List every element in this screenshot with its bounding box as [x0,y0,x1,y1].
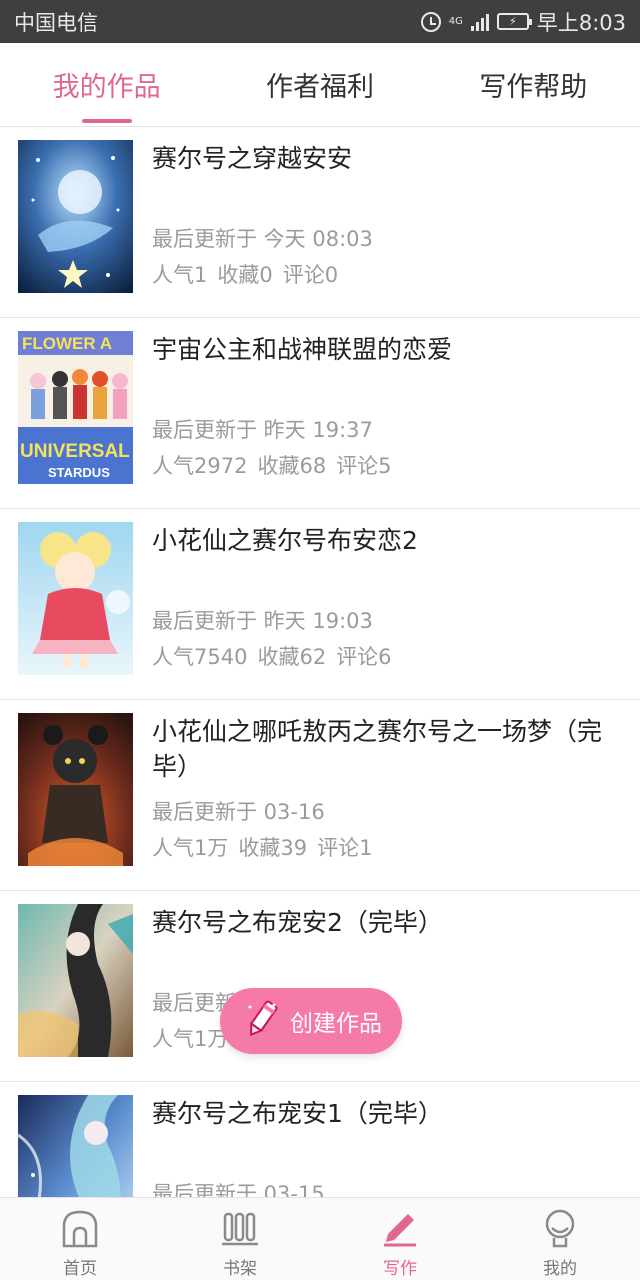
work-item[interactable]: 赛尔号之穿越安安 最后更新于 今天 08:03 人气1 收藏0 评论0 [0,127,640,318]
comments-count: 评论6 [336,645,392,669]
comments-count: 评论0 [282,263,339,287]
pencil-icon [244,999,280,1043]
nav-write-label: 写作 [383,1259,417,1279]
status-bar: 中国电信 4G ⚡ 早上8:03 [0,0,640,43]
signal-icon [470,13,489,31]
nav-home[interactable]: 首页 [0,1198,160,1280]
bookshelf-icon [218,1206,262,1250]
work-info: 赛尔号之穿越安安 最后更新于 今天 08:03 人气1 收藏0 评论0 [152,141,610,301]
work-updated-time: 最后更新于 昨天 19:03 [152,609,373,633]
comments-count: 评论1 [317,836,373,860]
work-info: 赛尔号之布宠安1（完毕） 最后更新于 03-15 [152,1096,610,1197]
work-stats: 人气1万 收藏39 评论1 [152,832,372,862]
work-cover-image [18,904,133,1057]
work-title: 宇宙公主和战神联盟的恋爱 [152,335,453,364]
tab-writing-help-label: 写作帮助 [479,72,588,103]
work-title: 小花仙之赛尔号布安恋2 [152,526,418,555]
work-stats: 人气7540 收藏62 评论6 [152,641,392,671]
work-title: 小花仙之哪吒敖丙之赛尔号之一场梦（完毕） [152,717,603,781]
work-info: 小花仙之哪吒敖丙之赛尔号之一场梦（完毕） 最后更新于 03-16 人气1万 收藏… [152,714,610,874]
popularity-count: 人气1万 [152,1027,229,1051]
tab-writing-help[interactable]: 写作帮助 [427,43,640,126]
work-cover-image [18,713,133,866]
work-item[interactable]: 小花仙之哪吒敖丙之赛尔号之一场梦（完毕） 最后更新于 03-16 人气1万 收藏… [0,700,640,891]
popularity-count: 人气2972 [152,454,248,478]
work-title: 赛尔号之布宠安1（完毕） [152,1099,443,1128]
pencil-icon [378,1206,422,1250]
work-cover-image [18,140,133,293]
work-updated-time: 最后更新于 今天 08:03 [152,227,373,251]
favorites-count: 收藏68 [257,454,327,478]
work-title: 赛尔号之布宠安2（完毕） [152,908,443,937]
work-stats: 人气2972 收藏68 评论5 [152,450,392,480]
clock-label: 早上8:03 [536,10,626,35]
favorites-count: 收藏39 [238,836,308,860]
tab-my-works[interactable]: 我的作品 [0,43,213,126]
create-work-label: 创建作品 [290,1011,382,1037]
bottom-nav: 首页 书架 写作 我的 [0,1197,640,1280]
popularity-count: 人气7540 [152,645,248,669]
carrier-label: 中国电信 [14,10,98,35]
popularity-count: 人气1万 [152,836,229,860]
favorites-count: 收藏62 [257,645,327,669]
battery-icon: ⚡ [496,13,532,30]
cover-text-mid: UNIVERSAL [20,441,130,462]
work-updated-time: 最后更新于 昨天 19:37 [152,418,373,442]
favorites-count: 收藏0 [217,263,273,287]
work-updated-time: 最后更新于 03-16 [152,800,325,824]
nav-bookshelf[interactable]: 书架 [160,1198,320,1280]
nav-profile-label: 我的 [543,1259,577,1279]
top-tabs: 我的作品 作者福利 写作帮助 [0,43,640,127]
tab-author-benefits-label: 作者福利 [265,72,374,103]
status-icons: 4G ⚡ 早上8:03 [420,7,626,37]
work-item[interactable]: 赛尔号之布宠安1（完毕） 最后更新于 03-15 [0,1082,640,1197]
work-info: 小花仙之赛尔号布安恋2 最后更新于 昨天 19:03 人气7540 收藏62 评… [152,523,610,683]
network-type-label: 4G [448,15,463,27]
cover-text-top: FLOWER A [22,334,112,353]
work-cover-image: FLOWER A UNIVERSAL STARDUS [18,331,133,484]
create-work-button[interactable]: 创建作品 [220,988,402,1054]
work-cover-image [18,522,133,675]
home-icon [58,1206,102,1250]
nav-profile[interactable]: 我的 [480,1198,640,1280]
work-stats: 人气1 收藏0 评论0 [152,259,338,289]
work-updated-time: 最后更新于 03-15 [152,1182,325,1197]
work-cover-image [18,1095,133,1197]
nav-home-label: 首页 [63,1259,97,1279]
cover-text-bottom: STARDUS [48,465,110,480]
work-item[interactable]: 小花仙之赛尔号布安恋2 最后更新于 昨天 19:03 人气7540 收藏62 评… [0,509,640,700]
work-title: 赛尔号之穿越安安 [152,144,353,173]
alarm-icon [420,11,441,32]
profile-icon [538,1206,582,1250]
work-item[interactable]: FLOWER A UNIVERSAL STARDUS 宇宙公主和战神联盟的恋爱 … [0,318,640,509]
popularity-count: 人气1 [152,263,208,287]
tab-my-works-label: 我的作品 [52,72,161,103]
work-info: 宇宙公主和战神联盟的恋爱 最后更新于 昨天 19:37 人气2972 收藏68 … [152,332,610,492]
comments-count: 评论5 [336,454,392,478]
tab-author-benefits[interactable]: 作者福利 [213,43,426,126]
active-tab-indicator [81,119,132,123]
nav-write[interactable]: 写作 [320,1198,480,1280]
nav-bookshelf-label: 书架 [223,1259,257,1279]
